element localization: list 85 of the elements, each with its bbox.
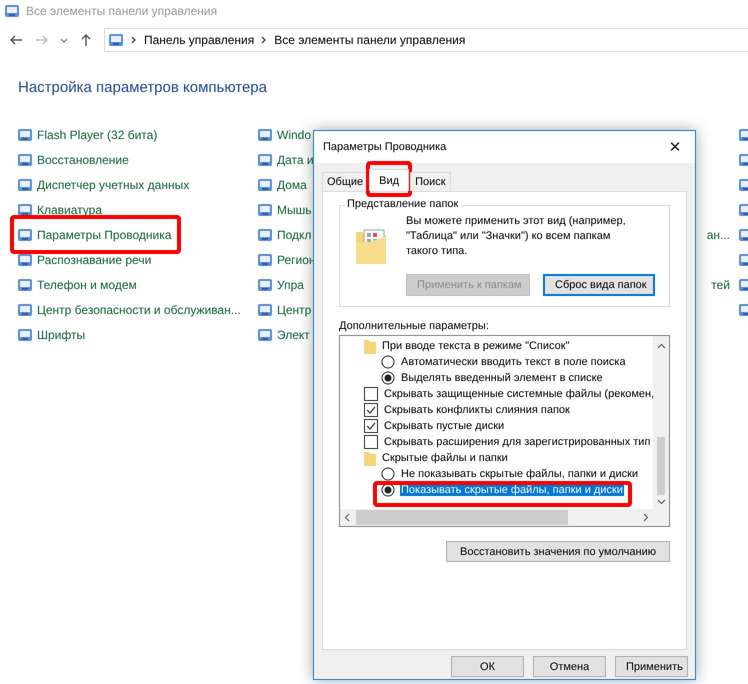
applet-link[interactable]: Дата и (277, 152, 314, 166)
applet-link[interactable]: Дома (277, 178, 307, 192)
control-panel-icon (4, 3, 20, 19)
applet-link[interactable]: Диспетчер учетных данных (37, 178, 190, 192)
applet-link[interactable]: Телефон и модем (37, 278, 137, 292)
dialog-button[interactable]: Применить (615, 656, 688, 677)
section-label: Дополнительные параметры: (339, 320, 490, 332)
restore-defaults-button[interactable]: Восстановить значения по умолчанию (446, 541, 670, 562)
applet-link[interactable]: Распознавание речи (37, 252, 152, 266)
window-title: Все элементы панели управления (26, 4, 218, 18)
control-panel-icon (108, 32, 124, 48)
scrollbar-thumb[interactable] (356, 510, 568, 525)
applet-link[interactable]: Упра (277, 278, 304, 292)
group-label: Скрытые файлы и папки (381, 452, 509, 464)
folder-icon (364, 338, 376, 354)
applet-icon (17, 152, 33, 168)
tab[interactable]: Поиск (410, 172, 451, 191)
option-label[interactable]: Скрывать расширения для зарегистрированных тип (383, 436, 652, 448)
group-label: При вводе текста в режиме "Список" (381, 340, 570, 352)
applet-icon (17, 302, 33, 318)
applet-link[interactable]: Шрифты (37, 328, 86, 342)
option-label[interactable]: Скрывать конфликты слияния папок (383, 404, 571, 416)
applet-link[interactable]: Элект (277, 328, 310, 342)
applet-link[interactable]: Клавиатура (37, 202, 102, 216)
scroll-left-icon (344, 513, 350, 522)
applet-link[interactable]: Восстановление (37, 152, 129, 166)
page-heading: Настройка параметров компьютера (18, 79, 268, 96)
option-label[interactable]: Скрывать защищенные системные файлы (рекомен, (383, 388, 653, 400)
applet-icon (257, 176, 273, 192)
applet-link[interactable]: Параметры Проводника (37, 228, 172, 242)
scrollbar-thumb[interactable] (657, 437, 665, 495)
horizontal-scrollbar[interactable] (340, 509, 669, 526)
option-label[interactable]: Не показывать скрытые файлы, папки и диски (400, 468, 640, 480)
applet-icon (257, 252, 273, 268)
applet-icon (257, 202, 273, 218)
option-label[interactable]: Автоматически вводить текст в поле поиска (400, 356, 627, 368)
applet-icon (17, 326, 33, 342)
breadcrumb-item[interactable]: Панель управления (144, 33, 254, 47)
applet-link[interactable]: Windo (277, 128, 312, 142)
radio-button[interactable] (381, 467, 395, 481)
tab[interactable]: Вид (369, 169, 410, 191)
radio-button[interactable] (381, 355, 395, 369)
applet-icon (17, 226, 33, 242)
applet-icon (17, 202, 33, 218)
checkbox[interactable] (364, 435, 378, 449)
group-legend: Представление папок (344, 198, 462, 210)
applet-link[interactable]: Мышь (277, 202, 312, 216)
dialog-button[interactable]: Сброс вида папок (543, 274, 655, 296)
applet-icon (257, 302, 273, 318)
breadcrumb-item[interactable]: Все элементы панели управления (274, 33, 466, 47)
checkbox[interactable] (364, 419, 378, 433)
applet-icon (257, 152, 273, 168)
applet-icon (17, 252, 33, 268)
option-label[interactable]: Выделять введенный элемент в списке (400, 372, 604, 384)
applet-icon (17, 126, 33, 142)
applet-icon (257, 326, 273, 342)
vertical-scrollbar[interactable] (653, 336, 669, 509)
applet-link[interactable]: ан... (706, 228, 730, 242)
dialog-button[interactable]: Отмена (533, 656, 606, 677)
address-bar[interactable]: Панель управления Все элементы панели управления (104, 28, 748, 52)
checkbox[interactable] (364, 403, 378, 417)
applet-link[interactable]: Центр безопасности и обслуживан... (37, 302, 241, 316)
dialog-button[interactable]: ОК (451, 656, 524, 677)
dialog-title: Параметры Проводника (323, 141, 446, 153)
applet-link[interactable]: тей (711, 278, 730, 292)
applet-icon (257, 126, 273, 142)
folder-icon (364, 450, 376, 466)
applet-link[interactable]: Подкл (277, 228, 312, 242)
scroll-right-icon (643, 513, 649, 522)
scroll-up-icon (656, 343, 666, 349)
applet-link[interactable]: Центр (277, 302, 312, 316)
applet-icon (257, 276, 273, 292)
description-text: Вы можете применить этот вид (например, "Таблица" или "Значки") ко всем папкам такого типа. (406, 214, 627, 259)
applet-icon (257, 226, 273, 242)
applet-link[interactable]: Flash Player (32 бита) (37, 128, 158, 142)
radio-button[interactable] (381, 483, 395, 497)
applet-icon (17, 176, 33, 192)
option-label[interactable]: Показывать скрытые файлы, папки и диски (400, 484, 624, 496)
radio-button[interactable] (381, 371, 395, 385)
checkbox[interactable] (364, 387, 378, 401)
scroll-down-icon (656, 499, 666, 505)
applet-icon (17, 276, 33, 292)
dropdown-icon (60, 38, 68, 42)
tab[interactable]: Общие (322, 172, 368, 191)
option-label[interactable]: Скрывать пустые диски (383, 420, 506, 432)
